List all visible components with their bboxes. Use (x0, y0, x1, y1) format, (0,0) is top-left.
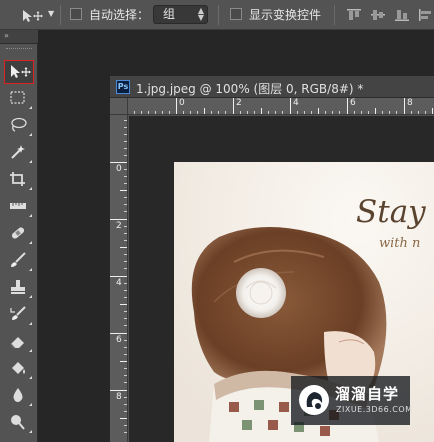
auto-select-target-dropdown[interactable]: 组 ▲ ▼ (153, 5, 208, 24)
ruler-label: 0 (116, 164, 122, 174)
move-icon (23, 10, 43, 22)
auto-select-checkbox[interactable] (70, 8, 82, 20)
history-brush-icon (10, 306, 26, 320)
pen-tool[interactable] (4, 438, 34, 442)
toolbox-grip[interactable] (6, 48, 32, 50)
watermark-title: 溜溜自学 (335, 385, 400, 403)
magic-wand-icon (11, 145, 25, 159)
align-vertical-center-icon[interactable] (370, 7, 386, 21)
auto-select-label: 自动选择： (89, 8, 150, 22)
ruler-icon (10, 203, 26, 209)
ruler-label: 4 (293, 98, 299, 108)
align-bottom-icon[interactable] (394, 7, 410, 21)
dodge-tool[interactable] (4, 411, 34, 435)
vertical-ruler[interactable]: 0 2 4 6 8 (110, 115, 128, 442)
submenu-indicator (29, 376, 32, 379)
lasso-tool[interactable] (4, 114, 34, 138)
paint-bucket-tool[interactable] (4, 357, 34, 381)
ruler-label: 6 (116, 335, 122, 345)
move-icon (11, 65, 31, 78)
history-brush-tool[interactable] (4, 303, 34, 327)
show-transform-checkbox[interactable] (230, 8, 242, 20)
ruler-label: 8 (116, 392, 122, 402)
healing-brush-tool[interactable] (4, 222, 34, 246)
toolbox-collapse-button[interactable]: » (0, 30, 38, 44)
artwork-headline: Stay (356, 194, 426, 230)
options-bar: ▼ 自动选择： 组 ▲ ▼ 显示变换控件 (0, 0, 434, 30)
crop-tool[interactable] (4, 168, 34, 192)
align-left-icon[interactable] (418, 7, 434, 21)
document-tab[interactable]: Ps 1.jpg.jpeg @ 100% (图层 0, RGB/8#) * (110, 76, 434, 98)
submenu-indicator (29, 106, 32, 109)
drop-icon (13, 388, 23, 402)
watermark-badge: 溜溜自学 ZIXUE.3D66.COM (291, 376, 413, 425)
ruler-label: 0 (179, 98, 185, 108)
tool-preset-picker[interactable] (22, 8, 44, 27)
bucket-icon (12, 362, 25, 374)
bandage-icon (11, 227, 25, 239)
toolbox-panel: » (0, 30, 38, 442)
watermark-subtitle: ZIXUE.3D66.COM (336, 405, 413, 414)
watermark-logo-icon (299, 385, 329, 415)
lasso-icon (11, 117, 27, 132)
ruler-label: 8 (407, 98, 413, 108)
clone-stamp-tool[interactable] (4, 276, 34, 300)
document-title: 1.jpg.jpeg @ 100% (图层 0, RGB/8#) * (136, 82, 364, 96)
photoshop-icon: Ps (116, 80, 130, 94)
ruler-label: 2 (116, 221, 122, 231)
horizontal-ruler-ticks (134, 98, 433, 114)
marquee-tool[interactable] (4, 87, 34, 111)
eraser-tool[interactable] (4, 330, 34, 354)
submenu-indicator (29, 133, 32, 136)
move-tool[interactable] (4, 60, 34, 84)
submenu-indicator (29, 241, 32, 244)
magic-wand-tool[interactable] (4, 141, 34, 165)
submenu-indicator (29, 349, 32, 352)
ruler-label: 4 (116, 278, 122, 288)
horizontal-ruler[interactable]: 0 2 4 6 8 (128, 98, 434, 115)
ruler-tool[interactable] (4, 195, 34, 219)
divider (334, 5, 335, 25)
photoshop-window: ▼ 自动选择： 组 ▲ ▼ 显示变换控件 » Ps 1.jpg.jpeg @ 1… (0, 0, 434, 442)
chevron-down-icon[interactable]: ▼ (48, 9, 54, 18)
updown-arrows-icon: ▲ ▼ (197, 6, 204, 22)
artwork-subline: with n (379, 236, 420, 251)
align-top-icon[interactable] (346, 7, 362, 21)
brush-icon (11, 252, 26, 267)
divider (60, 5, 61, 25)
submenu-indicator (29, 322, 32, 325)
ruler-label: 6 (350, 98, 356, 108)
brush-tool[interactable] (4, 249, 34, 273)
submenu-indicator (29, 268, 32, 271)
submenu-indicator (29, 295, 32, 298)
rect-marquee-icon (10, 91, 25, 104)
eraser-icon (10, 337, 24, 349)
ruler-label: 2 (236, 98, 242, 108)
submenu-indicator (29, 214, 32, 217)
divider (218, 5, 219, 25)
blur-tool[interactable] (4, 384, 34, 408)
show-transform-label: 显示变换控件 (249, 8, 322, 22)
submenu-indicator (29, 403, 32, 406)
dodge-icon (11, 415, 25, 430)
auto-select-target-value: 组 (163, 7, 176, 21)
crop-icon (10, 172, 25, 186)
submenu-indicator (29, 187, 32, 190)
submenu-indicator (29, 160, 32, 163)
submenu-indicator (29, 430, 32, 433)
ruler-origin[interactable] (110, 98, 128, 115)
stamp-icon (11, 280, 25, 294)
